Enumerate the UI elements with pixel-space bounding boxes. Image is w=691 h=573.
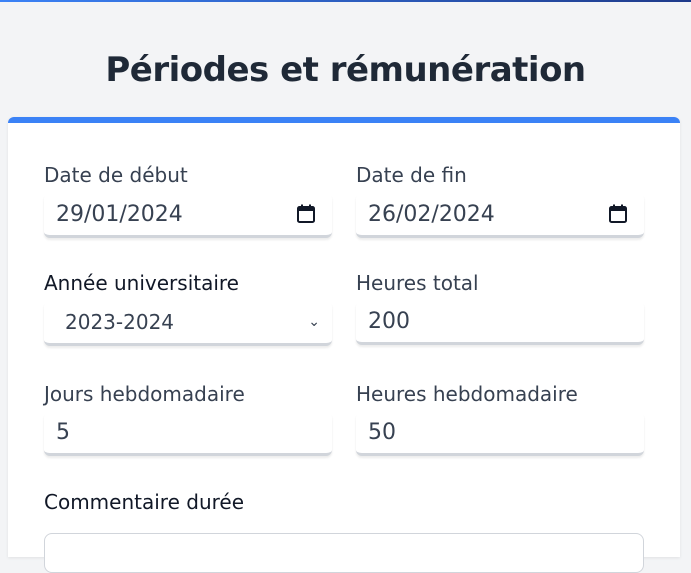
- end-date-value: 26/02/2024: [368, 201, 495, 227]
- calendar-icon[interactable]: [296, 204, 316, 224]
- weekly-days-label: Jours hebdomadaire: [44, 382, 245, 406]
- form-card: Date de début 29/01/2024 Date de fin 26/…: [8, 117, 680, 573]
- academic-year-label: Année universitaire: [44, 271, 239, 295]
- weekly-days-input[interactable]: 5: [44, 412, 332, 456]
- duration-comment-label: Commentaire durée: [44, 490, 245, 514]
- end-date-label: Date de fin: [356, 163, 467, 187]
- duration-comment-textarea[interactable]: [44, 533, 644, 573]
- academic-year-field: Année universitaire 2023-2024 ⌄: [44, 271, 332, 346]
- page-title: Périodes et rémunération: [105, 50, 586, 90]
- end-date-input[interactable]: 26/02/2024: [356, 193, 644, 238]
- start-date-field: Date de début 29/01/2024: [44, 163, 332, 238]
- calendar-icon[interactable]: [608, 204, 628, 224]
- weekly-hours-value: 50: [368, 420, 396, 445]
- total-hours-input[interactable]: 200: [356, 301, 644, 345]
- start-date-label: Date de début: [44, 163, 188, 187]
- weekly-days-value: 5: [56, 420, 70, 445]
- total-hours-field: Heures total 200: [356, 271, 644, 345]
- weekly-days-field: Jours hebdomadaire 5: [44, 382, 332, 456]
- academic-year-value: 2023-2024: [65, 310, 175, 334]
- end-date-field: Date de fin 26/02/2024: [356, 163, 644, 238]
- chevron-down-icon[interactable]: ⌄: [308, 314, 320, 330]
- total-hours-value: 200: [368, 309, 410, 334]
- weekly-hours-field: Heures hebdomadaire 50: [356, 382, 644, 456]
- total-hours-label: Heures total: [356, 271, 479, 295]
- academic-year-select[interactable]: 2023-2024 ⌄: [44, 301, 332, 346]
- top-accent-line: [0, 0, 691, 2]
- start-date-value: 29/01/2024: [56, 201, 183, 227]
- duration-comment-field: Commentaire durée: [44, 490, 244, 514]
- weekly-hours-input[interactable]: 50: [356, 412, 644, 456]
- start-date-input[interactable]: 29/01/2024: [44, 193, 332, 238]
- weekly-hours-label: Heures hebdomadaire: [356, 382, 578, 406]
